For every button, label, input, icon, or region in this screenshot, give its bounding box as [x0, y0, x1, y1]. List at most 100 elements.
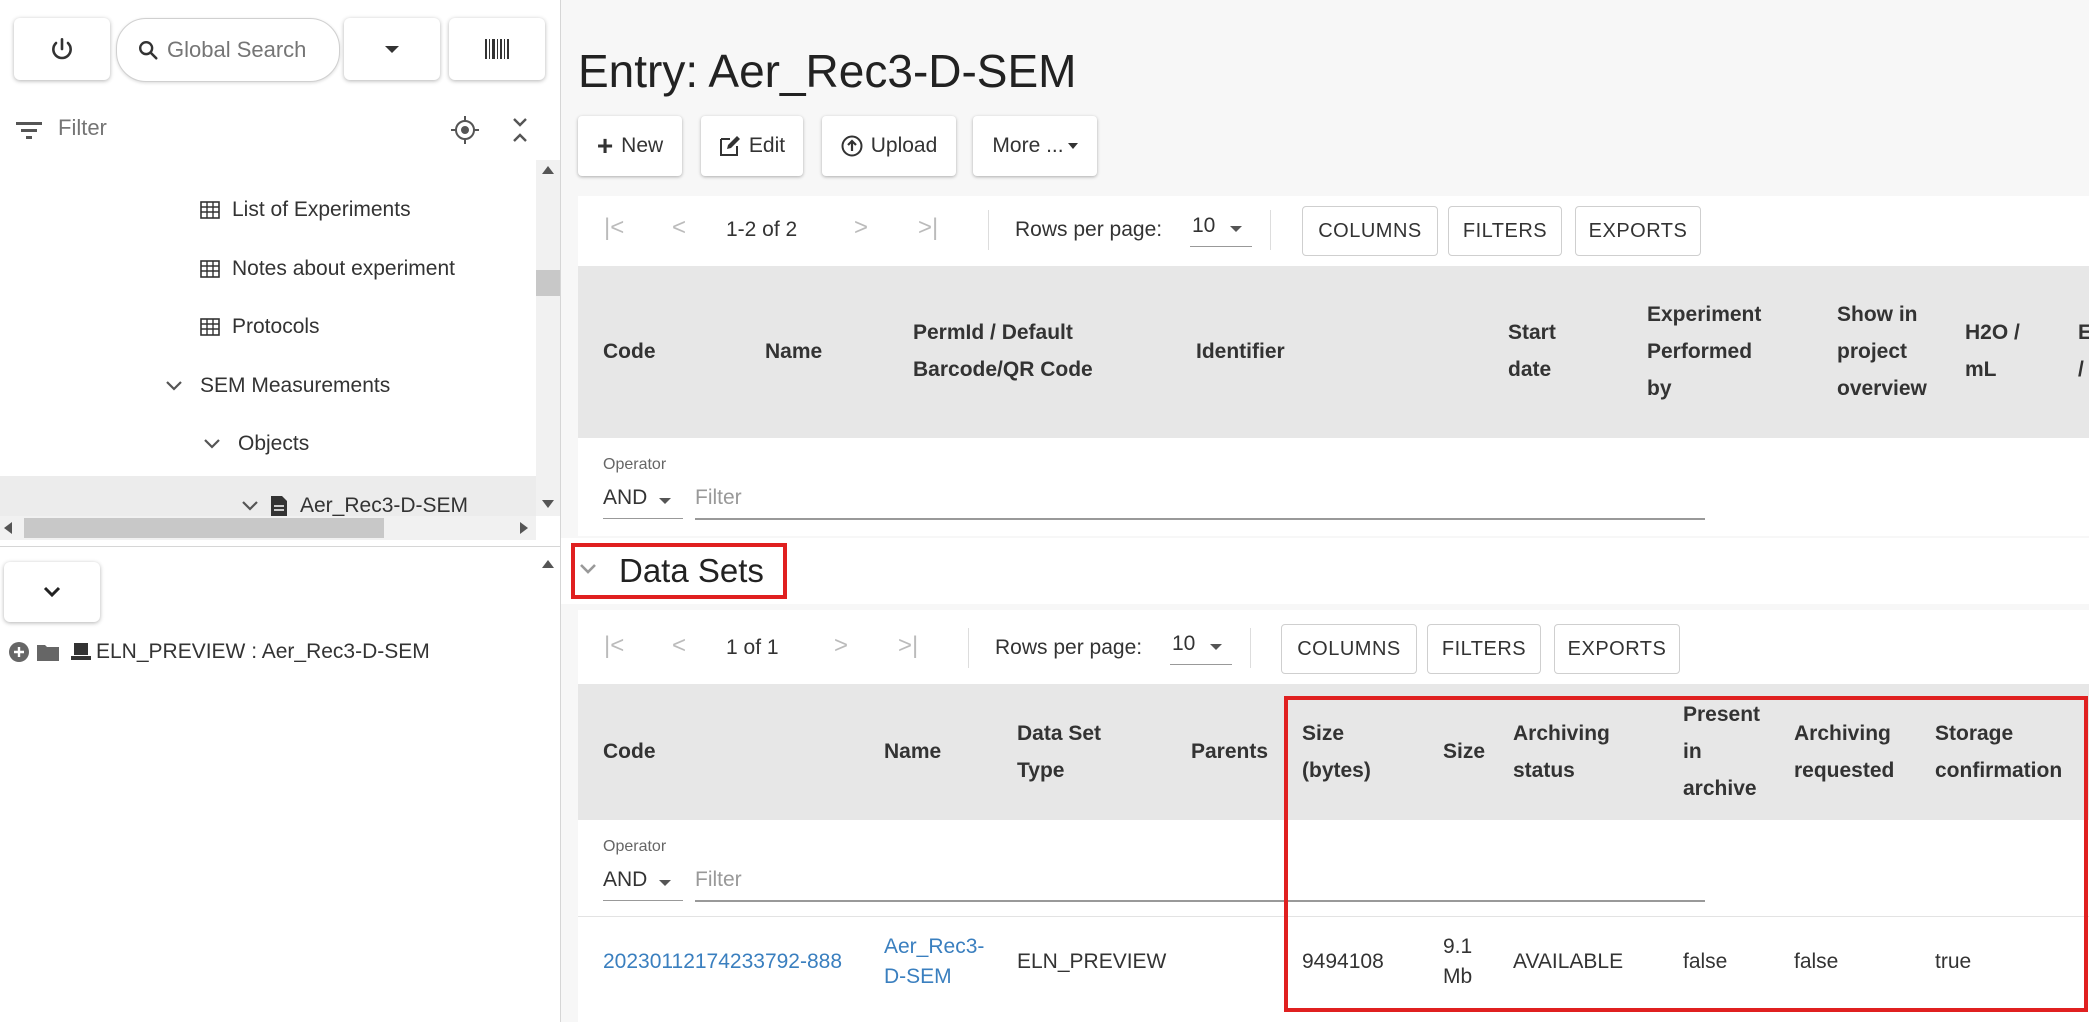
column-header-parents[interactable]: Parents	[1191, 733, 1268, 770]
tree-item-list-of-experiments[interactable]: List of Experiments	[200, 190, 411, 230]
tree-item-label: List of Experiments	[232, 198, 411, 221]
lower-scroll-up-arrow[interactable]	[542, 560, 554, 568]
chevron-down-icon[interactable]	[202, 437, 222, 451]
global-search-input[interactable]	[165, 36, 329, 64]
dataset-code-link[interactable]: 20230112174233792-888	[603, 947, 842, 977]
operator-label: Operator	[603, 456, 667, 473]
tree-item-label: Aer_Rec3-D-SEM	[300, 494, 469, 516]
global-search[interactable]	[116, 18, 340, 82]
next-page-icon[interactable]: >	[834, 632, 848, 660]
tree-item-label: SEM Measurements	[200, 374, 391, 397]
dataset-tree: ELN_PREVIEW : Aer_Rec3-D-SEM	[0, 548, 536, 1022]
columns-button[interactable]: COLUMNS	[1281, 624, 1417, 674]
pagination-range: 1 of 1	[726, 636, 779, 659]
column-header-h2o[interactable]: H2O / mL	[1965, 314, 2025, 388]
operator-select[interactable]: AND	[603, 486, 683, 519]
tree-vertical-scrollbar[interactable]	[536, 160, 560, 516]
scroll-down-arrow[interactable]	[542, 500, 554, 508]
column-header-code[interactable]: Code	[603, 733, 656, 770]
first-page-icon[interactable]: |<	[604, 632, 624, 660]
dataset-icon	[71, 643, 91, 660]
edit-button[interactable]: Edit	[701, 116, 803, 176]
tree-filter	[0, 100, 560, 161]
main-content: Entry: Aer_Rec3-D-SEM + New Edit Upload …	[561, 0, 2089, 1022]
dataset-tree-label: ELN_PREVIEW : Aer_Rec3-D-SEM	[96, 640, 430, 663]
filters-button[interactable]: FILTERS	[1448, 206, 1562, 256]
caret-down-icon	[385, 45, 399, 53]
tree-horizontal-scrollbar[interactable]	[0, 516, 536, 540]
rows-per-page-label: Rows per page:	[1015, 218, 1163, 241]
new-button[interactable]: + New	[578, 116, 682, 176]
column-header-name[interactable]: Name	[884, 733, 941, 770]
new-button-label: New	[621, 134, 664, 157]
operator-label: Operator	[603, 838, 667, 855]
page-title: Entry: Aer_Rec3-D-SEM	[578, 45, 1077, 97]
rows-per-page-select[interactable]: 10	[1190, 212, 1252, 247]
operator-select[interactable]: AND	[603, 868, 683, 901]
exports-button[interactable]: EXPORTS	[1554, 624, 1680, 674]
column-header-permid[interactable]: PermId / Default Barcode/QR Code	[913, 314, 1113, 388]
search-options-dropdown[interactable]	[344, 18, 440, 80]
tree-item-notes-about-experiment[interactable]: Notes about experiment	[200, 249, 455, 289]
previous-page-icon[interactable]: <	[672, 214, 686, 242]
edit-button-label: Edit	[748, 134, 786, 157]
last-page-icon[interactable]: >|	[918, 214, 938, 242]
caret-down-icon	[659, 498, 671, 504]
more-dropdown-button[interactable]: More ...	[973, 116, 1097, 176]
tree-item-objects[interactable]: Objects	[202, 424, 309, 464]
tree-filter-input[interactable]	[56, 114, 380, 142]
chevron-down-icon[interactable]	[240, 499, 260, 513]
scroll-right-arrow[interactable]	[520, 522, 528, 534]
exports-button[interactable]: EXPORTS	[1575, 206, 1701, 256]
folder-icon	[37, 645, 59, 661]
highlight-box-datasets-title	[571, 543, 787, 599]
column-header-truncated[interactable]: E /	[2078, 314, 2089, 388]
logout-button[interactable]	[14, 18, 110, 80]
collapse-all-icon[interactable]	[510, 115, 530, 145]
rows-per-page-select[interactable]: 10	[1170, 630, 1232, 665]
add-circle-icon[interactable]	[8, 641, 30, 663]
next-page-icon[interactable]: >	[854, 214, 868, 242]
columns-button[interactable]: COLUMNS	[1302, 206, 1438, 256]
tree-item-sem-measurements[interactable]: SEM Measurements	[164, 366, 390, 406]
chevron-down-icon[interactable]	[164, 379, 184, 393]
more-button-label: More ...	[992, 134, 1064, 157]
column-header-dataset-type[interactable]: Data Set Type	[1017, 715, 1117, 789]
search-icon	[139, 41, 158, 60]
filters-button[interactable]: FILTERS	[1427, 624, 1541, 674]
pagination-range: 1-2 of 2	[726, 218, 798, 241]
table-icon	[200, 260, 220, 278]
column-header-identifier[interactable]: Identifier	[1196, 333, 1285, 370]
rows-per-page-label: Rows per page:	[995, 636, 1143, 659]
rows-per-page-value: 10	[1192, 214, 1216, 237]
scroll-left-arrow[interactable]	[4, 522, 12, 534]
table-icon	[200, 318, 220, 336]
tree-item-selected-entry[interactable]: Aer_Rec3-D-SEM	[0, 476, 536, 516]
tree-item-protocols[interactable]: Protocols	[200, 307, 320, 347]
datasets-section-header[interactable]: Data Sets	[561, 538, 2089, 604]
table-filter-input[interactable]: Filter	[695, 486, 1705, 520]
expand-dataset-panel-button[interactable]	[4, 562, 100, 622]
caret-down-icon	[1230, 226, 1242, 232]
upload-button[interactable]: Upload	[822, 116, 956, 176]
table-header: Code Name PermId / Default Barcode/QR Co…	[578, 266, 2089, 438]
column-header-show-in-overview[interactable]: Show in project overview	[1837, 296, 1947, 407]
navigation-tree: List of Experiments Notes about experime…	[0, 160, 536, 516]
table-icon	[200, 201, 220, 219]
locate-icon[interactable]	[450, 115, 480, 145]
barcode-scan-button[interactable]	[449, 18, 545, 80]
scroll-thumb[interactable]	[536, 270, 560, 296]
previous-page-icon[interactable]: <	[672, 632, 686, 660]
dataset-tree-item[interactable]: ELN_PREVIEW : Aer_Rec3-D-SEM	[8, 632, 430, 672]
dataset-name-link[interactable]: Aer_Rec3-D-SEM	[884, 932, 984, 992]
highlight-box-archive-columns	[1284, 696, 2088, 1012]
column-header-start-date[interactable]: Start date	[1508, 314, 1568, 388]
column-header-code[interactable]: Code	[603, 333, 656, 370]
column-header-performed-by[interactable]: Experiment Performed by	[1647, 296, 1777, 407]
first-page-icon[interactable]: |<	[604, 214, 624, 242]
scroll-up-arrow[interactable]	[542, 166, 554, 174]
rows-per-page-value: 10	[1172, 632, 1196, 655]
last-page-icon[interactable]: >|	[898, 632, 918, 660]
column-header-name[interactable]: Name	[765, 333, 822, 370]
scroll-thumb[interactable]	[24, 518, 384, 538]
